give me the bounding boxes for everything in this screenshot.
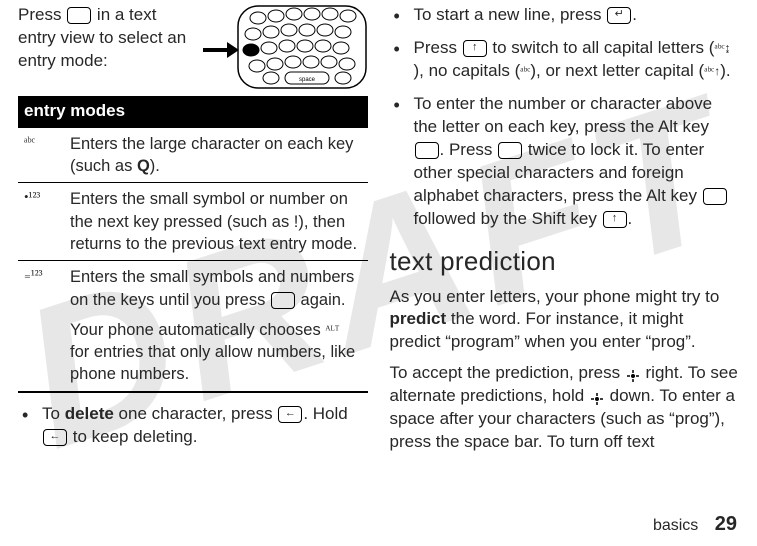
text: To accept the prediction, press [390, 363, 625, 382]
back-key-icon [278, 406, 302, 423]
text: followed by the Shift key [414, 209, 602, 228]
text: to keep deleting. [68, 427, 197, 446]
text: ). [150, 157, 160, 175]
alt-key-icon [415, 142, 439, 159]
text: Enters the large character on each key (… [70, 135, 353, 175]
right-bullets: To start a new line, press . Press to sw… [390, 4, 740, 230]
paragraph: As you enter letters, your phone might t… [390, 286, 740, 355]
entry-modes-table: entry modes ᵃᵇᶜ Enters the large charact… [18, 96, 368, 393]
intro-pre: Press [18, 5, 66, 24]
text: ). [720, 61, 730, 80]
footer-section: basics [653, 517, 698, 534]
text: . [628, 209, 633, 228]
mode-symbol: •¹²³ [18, 183, 64, 261]
enter-key-icon [607, 7, 631, 24]
left-column: Press in a text entry view to select an … [18, 4, 368, 458]
text: To enter the number or character above t… [414, 94, 713, 136]
bullet-item: To delete one character, press . Hold to… [18, 403, 368, 449]
text: to switch to all capital letters ( [488, 38, 715, 57]
table-header: entry modes [18, 96, 368, 127]
text: one character, press [114, 404, 277, 423]
shift-key-icon [603, 211, 627, 228]
text-prediction-heading: text prediction [390, 244, 740, 279]
mode-symbol: ₌¹²³ [18, 261, 64, 392]
intro-row: Press in a text entry view to select an … [18, 4, 368, 90]
mode-desc: Enters the small symbol or number on the… [64, 183, 368, 261]
alt-key-icon [67, 7, 91, 24]
text: ), or next letter capital ( [530, 61, 704, 80]
mode-symbol: ᵃᵇᶜ [18, 127, 64, 183]
text: ), no capitals ( [414, 61, 521, 80]
page-number: 29 [715, 513, 737, 535]
mode-desc: Enters the small symbols and numbers on … [64, 261, 368, 392]
back-key-icon [43, 429, 67, 446]
left-bullets: To delete one character, press . Hold to… [18, 403, 368, 449]
table-row: ₌¹²³ Enters the small symbols and number… [18, 261, 368, 392]
table-row: ᵃᵇᶜ Enters the large character on each k… [18, 127, 368, 183]
text: again. [296, 291, 346, 309]
bold-text: predict [390, 309, 447, 328]
text: . Hold [303, 404, 347, 423]
alt-key-icon [703, 188, 727, 205]
svg-text:space: space [298, 77, 315, 83]
text: Your phone automatically chooses [70, 321, 325, 339]
text: . [632, 5, 637, 24]
caps-none-symbol: ᵃᵇᶜ [520, 63, 530, 79]
caps-all-symbol: ᵃᵇᶜ↨ [714, 40, 730, 56]
page-footer: basics 29 [653, 513, 737, 536]
table-row: •¹²³ Enters the small symbol or number o… [18, 183, 368, 261]
text: for entries that only allow numbers, lik… [70, 343, 355, 383]
text: Press [414, 38, 462, 57]
paragraph: To accept the prediction, press right. T… [390, 362, 740, 454]
phone-keyboard-illustration: space [203, 4, 368, 90]
text: To start a new line, press [414, 5, 607, 24]
alt-key-icon [498, 142, 522, 159]
alt-key-icon [271, 292, 295, 309]
caps-next-symbol: ᵃᵇᶜ↑ [704, 63, 720, 79]
text: To [42, 404, 65, 423]
nav-key-icon [626, 367, 640, 381]
mode-desc: Enters the large character on each key (… [64, 127, 368, 183]
intro-text: Press in a text entry view to select an … [18, 4, 197, 90]
nav-key-icon [590, 390, 604, 404]
bullet-item: To enter the number or character above t… [390, 93, 740, 231]
alt-symbol: ᴬᴸᵀ [325, 322, 339, 338]
bold-text: delete [65, 404, 114, 423]
text: . Press [440, 140, 498, 159]
shift-key-icon [463, 40, 487, 57]
bold-text: Q [137, 157, 150, 175]
bullet-item: To start a new line, press . [390, 4, 740, 27]
page-content: Press in a text entry view to select an … [0, 0, 757, 458]
text: As you enter letters, your phone might t… [390, 287, 720, 306]
bullet-item: Press to switch to all capital letters (… [390, 37, 740, 83]
right-column: To start a new line, press . Press to sw… [390, 4, 740, 458]
